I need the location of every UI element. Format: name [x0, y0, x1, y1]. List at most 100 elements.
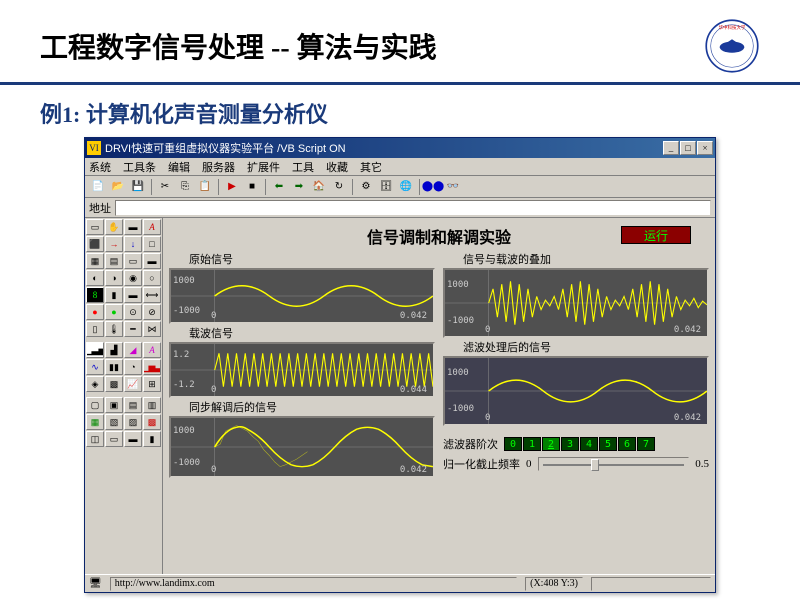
ytick: -1000: [447, 404, 474, 414]
pal-slider-icon[interactable]: ⟷: [143, 287, 161, 303]
status-coords: (X:408 Y:3): [525, 577, 583, 591]
pal-valve-icon[interactable]: ⋈: [143, 321, 161, 337]
pal-hbar-icon[interactable]: ▬: [124, 287, 142, 303]
pal-m9-icon[interactable]: ◫: [86, 431, 104, 447]
pal-sw1-icon[interactable]: ⊙: [124, 304, 142, 320]
pal-fill-icon[interactable]: ◢: [124, 342, 142, 358]
pal-wave-icon[interactable]: ∿: [86, 359, 104, 375]
pal-chart1-icon[interactable]: ▁▃▅: [86, 342, 104, 358]
tb-config-icon[interactable]: ⚙: [357, 178, 375, 196]
pal-pipe-icon[interactable]: ━: [124, 321, 142, 337]
tb-paste-icon[interactable]: 📋: [196, 178, 214, 196]
order-3[interactable]: 3: [561, 437, 579, 451]
window-title: DRVI快速可重组虚拟仪器实验平台 /VB Script ON: [105, 140, 663, 156]
pal-gauge-icon[interactable]: ◑: [105, 270, 123, 286]
order-5[interactable]: 5: [599, 437, 617, 451]
tb-link-icon[interactable]: ⬤⬤: [424, 178, 442, 196]
order-6[interactable]: 6: [618, 437, 636, 451]
tb-save-icon[interactable]: 💾: [129, 178, 147, 196]
plot-demodulated-signal: 1000 -1000 0 0.042: [169, 416, 435, 478]
menu-other[interactable]: 其它: [360, 159, 382, 175]
pal-xy-icon[interactable]: ⊞: [143, 376, 161, 392]
pal-rect-icon[interactable]: ▭: [86, 219, 104, 235]
run-button[interactable]: 运行: [621, 226, 691, 244]
pal-list-icon[interactable]: ▤: [105, 253, 123, 269]
pal-down-icon[interactable]: ↓: [124, 236, 142, 252]
pal-3d-icon[interactable]: ◈: [86, 376, 104, 392]
ytick: 1000: [447, 280, 469, 290]
minimize-button[interactable]: _: [663, 141, 679, 155]
menu-edit[interactable]: 编辑: [168, 159, 190, 175]
menu-tools[interactable]: 工具: [292, 159, 314, 175]
tb-scope-icon[interactable]: 👓: [444, 178, 462, 196]
filter-order-selector[interactable]: 0 1 2 3 4 5 6 7: [504, 437, 655, 451]
xtick: 0.042: [674, 325, 701, 335]
pal-m11-icon[interactable]: ▬: [124, 431, 142, 447]
pal-led-g-icon[interactable]: ●: [105, 304, 123, 320]
pal-disp-icon[interactable]: ▬: [143, 253, 161, 269]
tb-home-icon[interactable]: 🏠: [310, 178, 328, 196]
order-1[interactable]: 1: [523, 437, 541, 451]
menu-system[interactable]: 系统: [89, 159, 111, 175]
pal-stop2-icon[interactable]: ⬛: [86, 236, 104, 252]
pal-m7-icon[interactable]: ▨: [124, 414, 142, 430]
pal-chart2-icon[interactable]: ▟: [105, 342, 123, 358]
tb-new-icon[interactable]: 📄: [89, 178, 107, 196]
pal-led-r-icon[interactable]: ●: [86, 304, 104, 320]
pal-bars-icon[interactable]: ▮▮: [105, 359, 123, 375]
order-7[interactable]: 7: [637, 437, 655, 451]
slider-thumb[interactable]: [591, 459, 599, 471]
tb-open-icon[interactable]: 📂: [109, 178, 127, 196]
menu-extensions[interactable]: 扩展件: [247, 159, 280, 175]
order-0[interactable]: 0: [504, 437, 522, 451]
pal-m3-icon[interactable]: ▤: [124, 397, 142, 413]
pal-meter-icon[interactable]: ◐: [86, 270, 104, 286]
pal-knob-icon[interactable]: ◉: [124, 270, 142, 286]
address-input[interactable]: [115, 200, 711, 216]
pal-m8-icon[interactable]: ▩: [143, 414, 161, 430]
pal-surf-icon[interactable]: ▩: [105, 376, 123, 392]
menu-toolbar[interactable]: 工具条: [123, 159, 156, 175]
maximize-button[interactable]: □: [680, 141, 696, 155]
tb-cut-icon[interactable]: ✂: [156, 178, 174, 196]
tb-run-icon[interactable]: ▶: [223, 178, 241, 196]
pal-label-icon[interactable]: A: [143, 342, 161, 358]
pal-right-icon[interactable]: →: [105, 236, 123, 252]
pal-m2-icon[interactable]: ▣: [105, 397, 123, 413]
pal-sw2-icon[interactable]: ⊘: [143, 304, 161, 320]
tb-db-icon[interactable]: 🗄: [377, 178, 395, 196]
menu-server[interactable]: 服务器: [202, 159, 235, 175]
tb-net-icon[interactable]: 🌐: [397, 178, 415, 196]
pal-text-icon[interactable]: A: [143, 219, 161, 235]
pal-hand-icon[interactable]: ✋: [105, 219, 123, 235]
pal-dial-icon[interactable]: ○: [143, 270, 161, 286]
tb-back-icon[interactable]: ⬅: [270, 178, 288, 196]
pal-sq-icon[interactable]: □: [143, 236, 161, 252]
xtick: 0: [211, 465, 216, 475]
menu-favorites[interactable]: 收藏: [326, 159, 348, 175]
pal-tank-icon[interactable]: ▯: [86, 321, 104, 337]
pal-plot-icon[interactable]: 📈: [124, 376, 142, 392]
order-4[interactable]: 4: [580, 437, 598, 451]
cutoff-slider[interactable]: [538, 457, 690, 471]
pal-bar-icon[interactable]: ▮: [105, 287, 123, 303]
close-button[interactable]: ×: [697, 141, 713, 155]
pal-m10-icon[interactable]: ▭: [105, 431, 123, 447]
pal-m6-icon[interactable]: ▧: [105, 414, 123, 430]
pal-seg-icon[interactable]: 8: [86, 287, 104, 303]
pal-panel-icon[interactable]: ▭: [124, 253, 142, 269]
pal-grid-icon[interactable]: ▦: [86, 253, 104, 269]
pal-therm-icon[interactable]: 🌡: [105, 321, 123, 337]
pal-m4-icon[interactable]: ▥: [143, 397, 161, 413]
tb-refresh-icon[interactable]: ↻: [330, 178, 348, 196]
pal-hist-icon[interactable]: ▁▅▃: [143, 359, 161, 375]
pal-pie-icon[interactable]: ◔: [124, 359, 142, 375]
pal-m5-icon[interactable]: ▦: [86, 414, 104, 430]
tb-fwd-icon[interactable]: ➡: [290, 178, 308, 196]
tb-stop-icon[interactable]: ■: [243, 178, 261, 196]
tb-copy-icon[interactable]: ⎘: [176, 178, 194, 196]
order-2[interactable]: 2: [542, 437, 560, 451]
pal-m1-icon[interactable]: ▢: [86, 397, 104, 413]
pal-m12-icon[interactable]: ▮: [143, 431, 161, 447]
pal-btn-icon[interactable]: ▬: [124, 219, 142, 235]
